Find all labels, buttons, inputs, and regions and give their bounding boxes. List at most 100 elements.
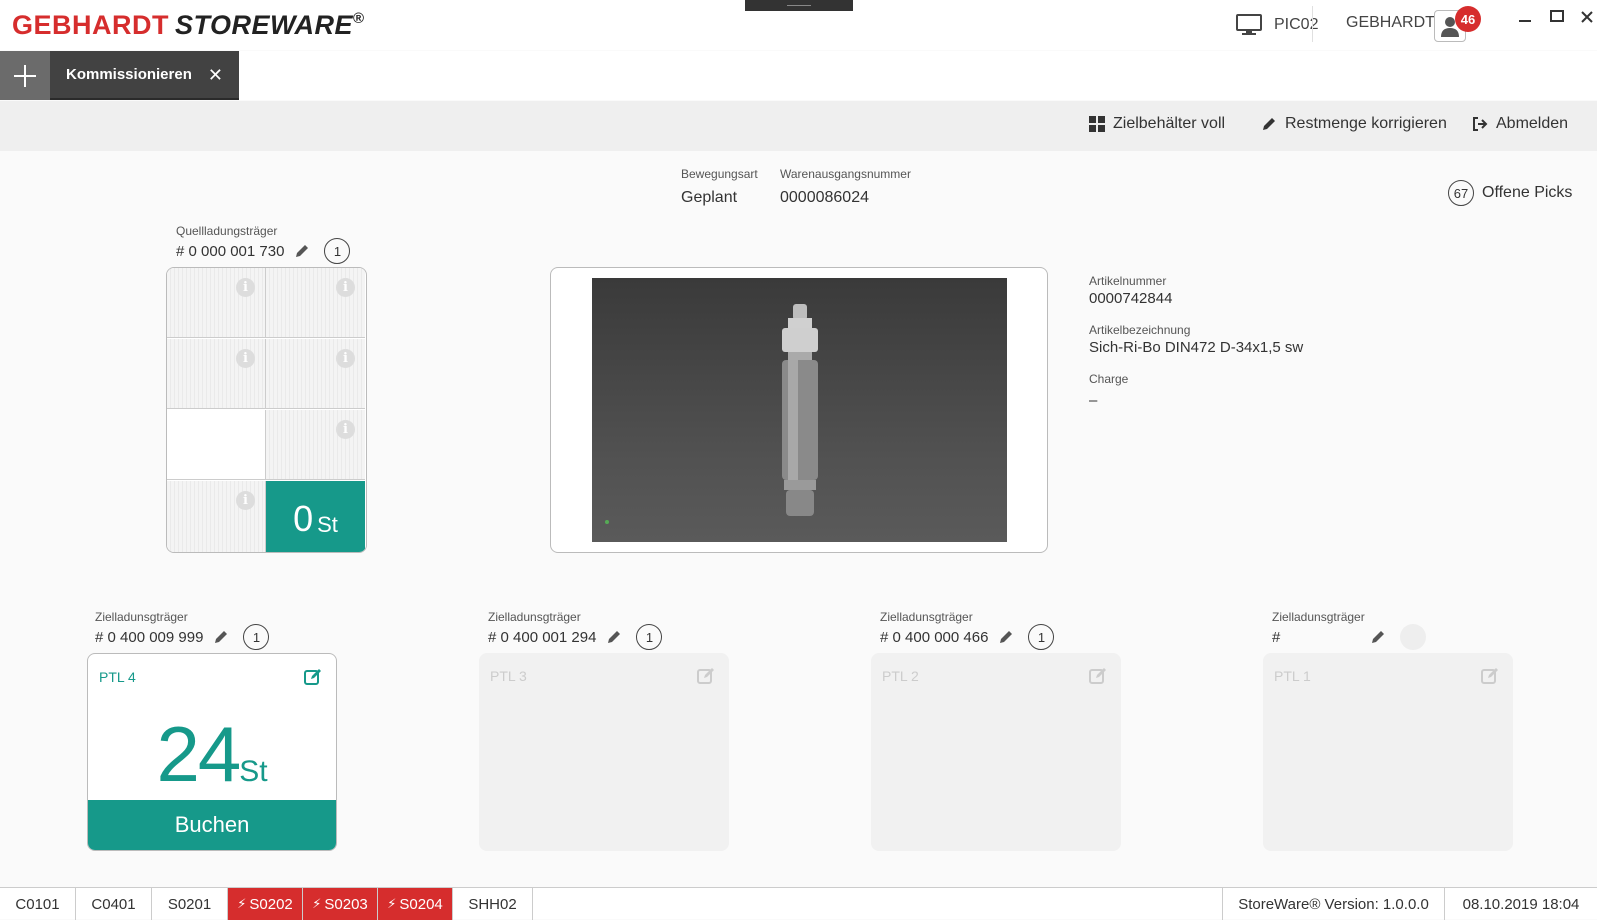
notification-badge[interactable]: 46 [1455,6,1481,32]
grid-cell-empty[interactable] [167,410,266,480]
maximize-button[interactable] [1550,10,1564,27]
ziel-count: 1 [243,624,270,650]
ziel-edit-icon[interactable] [998,629,1014,645]
source-container-grid: i i i i i i 0 St [166,267,367,553]
ziel-number: # [1272,628,1281,646]
target-qty-unit: St [239,755,268,788]
offene-picks-label: Offene Picks [1482,184,1573,201]
ziel-label: Zielladunsgträger [1272,610,1365,624]
ziel-header-ptl3: Zielladunsgträger # 0 400 001 294 1 [488,610,663,650]
bewegungsart-value: Geplant [681,189,738,206]
ziel-number: # 0 400 009 999 [95,628,204,646]
sign-out-icon [1473,117,1488,131]
ziel-edit-icon[interactable] [213,629,229,645]
tab-bar: Kommissionieren ✕ [0,51,1597,100]
info-icon[interactable]: i [236,349,255,368]
status-device-label: S0203 [324,895,368,913]
ptl-label: PTL 1 [1274,668,1311,684]
product-image-frame [550,267,1048,553]
ziel-edit-icon[interactable] [1370,629,1386,645]
abmelden-label: Abmelden [1496,115,1569,132]
quelle-label: Quellladungsträger [176,224,278,238]
tab-label: Kommissionieren [66,66,192,83]
abmelden-button[interactable]: Abmelden [1472,115,1568,133]
quelle-count: 1 [324,238,351,264]
status-device-label: S0202 [249,895,293,913]
add-tab-button[interactable] [0,51,50,100]
title-bar: GEBHARDT STOREWARE® PIC02 GEBHARDT 46 [0,0,1597,50]
minimize-icon [1519,20,1531,22]
tab-close-icon[interactable]: ✕ [208,65,223,86]
ziel-header-ptl2: Zielladunsgträger # 0 400 000 466 1 [880,610,1055,650]
info-icon[interactable]: i [236,491,255,510]
user-name: GEBHARDT [1346,14,1435,31]
active-cell-unit: St [317,512,338,537]
active-cell-qty: 0 [293,498,314,539]
target-qty-number: 24 [156,710,241,798]
edit-square-icon[interactable] [1481,667,1499,685]
warenausgang-label: Warenausgangsnummer [780,167,911,181]
top-drag-handle[interactable] [745,0,853,11]
charge-value: – [1089,392,1098,409]
restmenge-korrigieren-button[interactable]: Restmenge korrigieren [1261,115,1447,133]
ptl4-card[interactable]: PTL 4 24St Buchen [87,653,337,851]
status-device-s0202[interactable]: ⚡ S0202 [228,888,303,920]
logo-text-storeware: STOREWARE [175,10,354,40]
grid-cell[interactable]: i [266,410,365,480]
ptl2-card[interactable]: PTL 2 [871,653,1121,851]
status-device-label: S0204 [399,895,443,913]
info-icon[interactable]: i [336,420,355,439]
edit-square-icon[interactable] [304,668,322,686]
ptl-label: PTL 2 [882,668,919,684]
ziel-label: Zielladunsgträger [880,610,973,624]
ziel-count-empty [1400,624,1426,650]
warenausgang-value: 0000086024 [780,189,869,206]
maximize-icon [1550,10,1564,22]
ptl-label: PTL 3 [490,668,527,684]
grid-cell[interactable]: i [266,268,365,338]
grid-icon [1089,116,1105,132]
grid-cell[interactable]: i [167,481,266,552]
grid-cell[interactable]: i [167,339,266,409]
ziel-number: # 0 400 000 466 [880,628,989,646]
ptl3-card[interactable]: PTL 3 [479,653,729,851]
info-icon[interactable]: i [236,278,255,297]
restmenge-korrigieren-label: Restmenge korrigieren [1285,115,1447,132]
lightning-icon: ⚡ [237,896,247,911]
buchen-button[interactable]: Buchen [88,800,336,850]
zielbehaelter-voll-button[interactable]: Zielbehälter voll [1089,115,1225,133]
tab-kommissionieren[interactable]: Kommissionieren ✕ [50,51,239,100]
ptl1-card[interactable]: PTL 1 [1263,653,1513,851]
status-device-s0203[interactable]: ⚡ S0203 [303,888,378,920]
quelle-number: # 0 000 001 730 [176,242,285,260]
minimize-button[interactable] [1518,10,1532,27]
grid-cell[interactable]: i [266,339,365,409]
logo-text-gebhardt: GEBHARDT [12,10,169,40]
status-device-c0401[interactable]: C0401 [76,888,152,920]
edit-square-icon[interactable] [1089,667,1107,685]
edit-square-icon[interactable] [697,667,715,685]
product-image [592,278,1007,542]
quelle-edit-icon[interactable] [294,243,310,259]
status-device-s0204[interactable]: ⚡ S0204 [378,888,453,920]
zielbehaelter-voll-label: Zielbehälter voll [1113,115,1226,132]
status-bar: C0101 C0401 S0201 ⚡ S0202 ⚡ S0203 ⚡ S0204 S… [0,887,1597,920]
info-icon[interactable]: i [336,349,355,368]
info-icon[interactable]: i [336,278,355,297]
logo-reg-mark: ® [353,10,365,27]
quelle-header: Quellladungsträger # 0 000 001 730 1 [176,224,351,264]
lightning-icon: ⚡ [312,896,322,911]
ziel-label: Zielladunsgträger [95,610,188,624]
close-window-button[interactable] [1580,10,1594,27]
target-quantity: 24St [88,709,336,800]
status-device-s0201[interactable]: S0201 [152,888,228,920]
artikelnummer-value: 0000742844 [1089,290,1173,307]
ziel-edit-icon[interactable] [606,629,622,645]
status-device-c0101[interactable]: C0101 [0,888,76,920]
bewegungsart-label: Bewegungsart [681,167,758,181]
grid-cell[interactable]: i [167,268,266,338]
status-device-shh02[interactable]: SHH02 [453,888,533,920]
offene-picks[interactable]: 67 Offene Picks [1448,180,1572,206]
close-icon [1581,11,1593,23]
grid-cell-active[interactable]: 0 St [266,481,365,552]
